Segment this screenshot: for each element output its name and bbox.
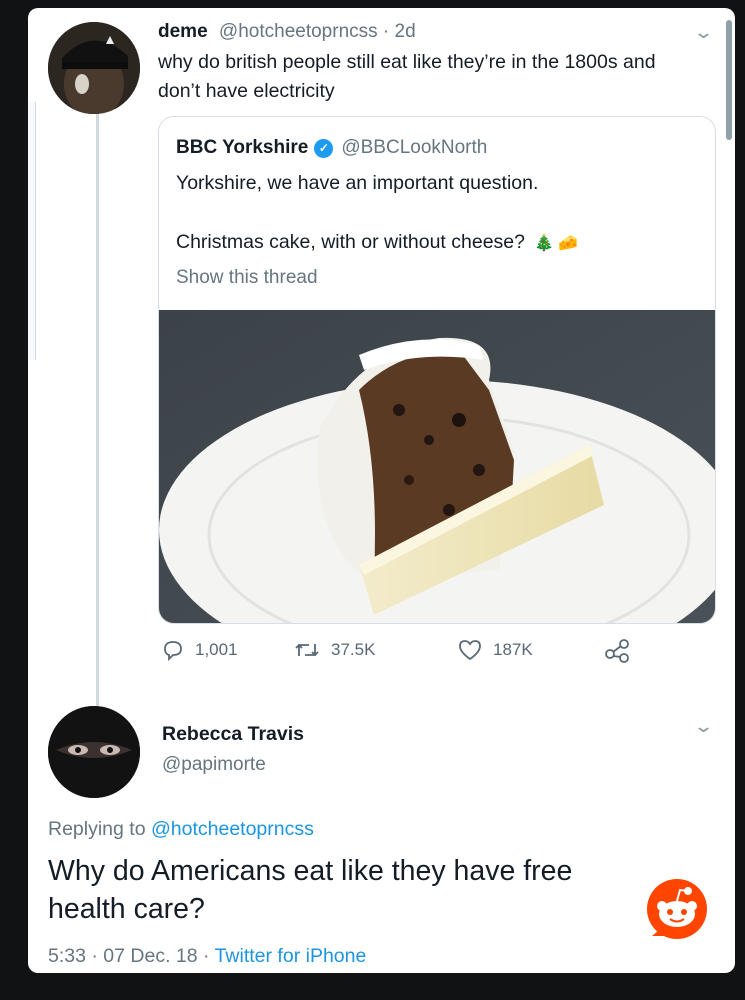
avatar-image: [48, 22, 140, 114]
reply-button[interactable]: 1,001: [161, 638, 238, 662]
like-icon: [459, 640, 481, 661]
chevron-down-icon[interactable]: ⌄: [693, 22, 714, 43]
retweet-button[interactable]: 37.5K: [293, 638, 375, 662]
reply-author-handle[interactable]: @papimorte: [162, 754, 266, 776]
thread-connector-line: [96, 112, 99, 706]
quoted-text-line2: Christmas cake, with or without cheese? …: [176, 231, 578, 254]
cake-and-cheese-photo[interactable]: [159, 310, 715, 623]
cheese-icon: 🧀: [558, 235, 579, 252]
replying-to-label: Replying to: [48, 818, 151, 840]
like-count: 187K: [493, 640, 533, 659]
author-handle[interactable]: @hotcheetoprncss: [219, 21, 378, 42]
replying-to-handle[interactable]: @hotcheetoprncss: [151, 818, 314, 840]
reply-date[interactable]: 07 Dec. 18: [103, 945, 197, 967]
reddit-logo-icon[interactable]: [646, 878, 708, 940]
like-button[interactable]: 187K: [457, 638, 533, 662]
avatar-deme[interactable]: [48, 22, 140, 114]
retweet-count: 37.5K: [331, 640, 376, 659]
author-name[interactable]: deme: [158, 21, 208, 42]
tweet-card: ⌄ deme @hotcheetoprncss · 2d why do brit…: [28, 8, 735, 973]
replying-to: Replying to @hotcheetoprncss: [48, 818, 314, 841]
reply-icon: [164, 641, 182, 662]
tweet-text: why do british people still eat like the…: [158, 51, 656, 102]
separator-dot: ·: [85, 945, 104, 967]
tweet-age[interactable]: 2d: [395, 21, 416, 42]
tweet-action-bar: 1,001 37.5K 187K: [161, 634, 681, 666]
quoted-question: Christmas cake, with or without cheese?: [176, 231, 525, 253]
quoted-text-line1: Yorkshire, we have an important question…: [176, 172, 539, 194]
quoted-author-name: BBC Yorkshire: [176, 137, 309, 158]
tweet-header: deme @hotcheetoprncss · 2d: [158, 21, 416, 43]
show-thread-link[interactable]: Show this thread: [176, 267, 318, 289]
side-edge: [28, 102, 36, 360]
separator-dot: ·: [197, 945, 215, 967]
chevron-down-icon[interactable]: ⌄: [693, 716, 714, 737]
share-icon: [605, 639, 629, 663]
christmas-tree-icon: 🎄: [534, 235, 555, 252]
quoted-header: BBC Yorkshire ✓ @BBCLookNorth: [176, 137, 487, 159]
separator-dot: ·: [377, 21, 395, 42]
reply-client[interactable]: Twitter for iPhone: [215, 945, 367, 967]
reply-text: Why do Americans eat like they have free…: [48, 855, 573, 925]
scrollbar-thumb[interactable]: [726, 20, 732, 140]
verified-badge-icon: ✓: [314, 138, 334, 158]
quoted-tweet[interactable]: BBC Yorkshire ✓ @BBCLookNorth Yorkshire,…: [158, 116, 716, 624]
quoted-author-handle: @BBCLookNorth: [341, 137, 488, 158]
share-button[interactable]: [603, 637, 641, 663]
reply-author-name[interactable]: Rebecca Travis: [162, 723, 304, 746]
reply-count: 1,001: [195, 640, 238, 659]
avatar-rebecca-travis[interactable]: [48, 706, 140, 798]
reply-metadata: 5:33 · 07 Dec. 18 · Twitter for iPhone: [48, 945, 366, 968]
avatar-image: [48, 706, 140, 798]
retweet-icon: [295, 643, 319, 657]
reply-time[interactable]: 5:33: [48, 945, 86, 967]
